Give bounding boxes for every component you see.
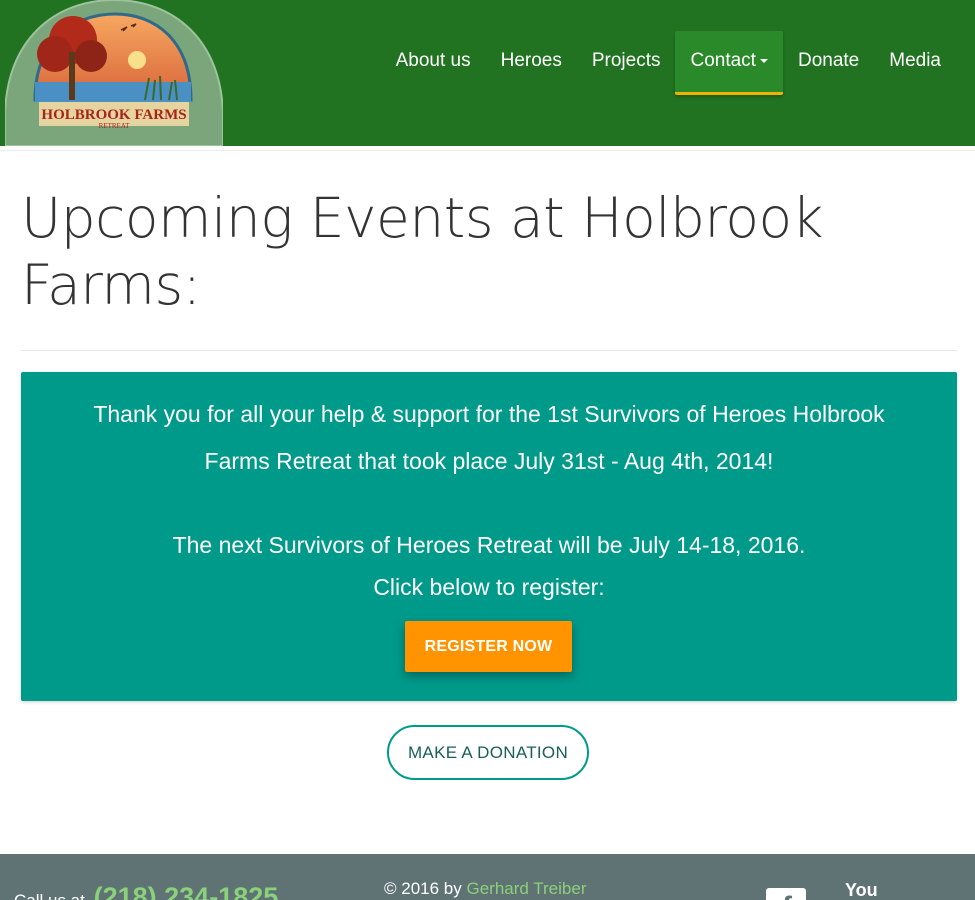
register-prompt: Click below to register: <box>373 574 605 600</box>
page-title: Upcoming Events at Holbrook Farms: <box>21 186 823 317</box>
divider <box>21 350 957 351</box>
divider <box>0 150 975 151</box>
nav-projects[interactable]: Projects <box>577 31 676 95</box>
make-donation-button[interactable]: MAKE A DONATION <box>387 725 589 780</box>
nav-label: About us <box>395 50 471 71</box>
phone-link[interactable]: (218) 234-1825 <box>94 882 279 900</box>
nav-donate[interactable]: Donate <box>783 31 874 95</box>
call-label: Call us at <box>14 891 85 900</box>
nav-about-us[interactable]: About us <box>381 31 486 95</box>
nav-label: Projects <box>591 50 661 71</box>
site-footer: Call us at (218) 234-1825 © 2016 by Gerh… <box>0 854 975 900</box>
copyright-text: © 2016 by <box>384 879 462 898</box>
copyright: © 2016 by Gerhard Treiber <box>384 879 586 899</box>
main-nav: About us Heroes Projects Contact Donate … <box>381 31 956 95</box>
author-link[interactable]: Gerhard Treiber <box>466 879 586 898</box>
svg-text:RETREAT: RETREAT <box>99 122 130 130</box>
nav-label: Donate <box>797 50 860 71</box>
logo-wordmark: HOLBROOK FARMS <box>41 107 186 123</box>
thank-you-text: Thank you for all your help & support fo… <box>93 401 885 474</box>
nav-media[interactable]: Media <box>874 31 956 95</box>
facebook-icon[interactable]: f <box>766 888 806 900</box>
nav-label: Media <box>889 50 941 71</box>
register-now-button[interactable]: REGISTER NOW <box>405 621 572 672</box>
site-header: HOLBROOK FARMS RETREAT About us Heroes P… <box>0 0 975 147</box>
youtube-icon[interactable]: You <box>845 880 878 900</box>
call-us: Call us at (218) 234-1825 <box>14 882 278 900</box>
caret-down-icon <box>759 58 768 63</box>
facebook-glyph: f <box>782 891 792 900</box>
nav-label: Contact <box>690 50 756 71</box>
next-retreat-text: The next Survivors of Heroes Retreat wil… <box>172 532 806 558</box>
nav-contact-dropdown[interactable]: Contact <box>675 31 783 95</box>
nav-label: Heroes <box>500 50 562 71</box>
nav-heroes[interactable]: Heroes <box>486 31 577 95</box>
events-callout: Thank you for all your help & support fo… <box>21 372 957 701</box>
holbrook-farms-logo[interactable]: HOLBROOK FARMS RETREAT <box>4 0 224 147</box>
